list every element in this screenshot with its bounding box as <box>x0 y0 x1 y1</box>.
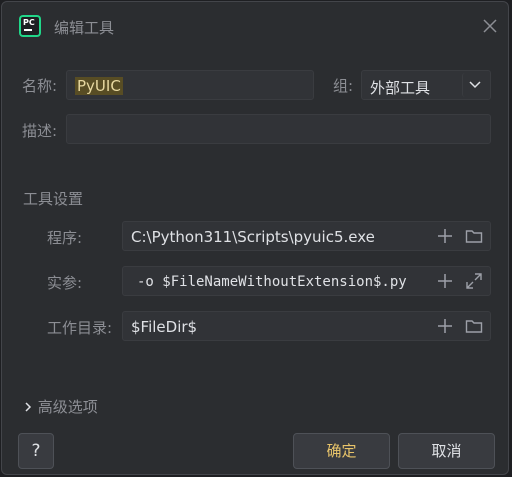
name-label: 名称: <box>22 77 58 95</box>
cancel-button[interactable]: 取消 <box>398 433 495 469</box>
folder-icon[interactable] <box>464 226 484 246</box>
workdir-value: $FileDir$ <box>131 318 198 336</box>
pycharm-logo-icon: PC <box>19 15 41 37</box>
group-label: 组: <box>333 77 354 95</box>
plus-icon[interactable] <box>435 271 455 291</box>
expand-icon[interactable] <box>464 271 484 291</box>
group-value: 外部工具 <box>370 79 431 97</box>
tool-settings-heading: 工具设置 <box>23 190 84 208</box>
name-input[interactable]: PyUIC <box>66 70 314 100</box>
name-value: PyUIC <box>75 77 123 95</box>
ok-button[interactable]: 确定 <box>293 433 390 469</box>
description-label: 描述: <box>22 122 58 140</box>
program-value: C:\Python311\Scripts\pyuic5.exe <box>131 228 375 246</box>
chevron-right-icon <box>25 402 32 412</box>
help-button[interactable]: ? <box>18 433 54 469</box>
plus-icon[interactable] <box>435 316 455 336</box>
description-input[interactable] <box>66 114 491 144</box>
advanced-options-label: 高级选项 <box>37 398 98 416</box>
arguments-label: 实参: <box>47 274 83 292</box>
arguments-input[interactable]: -o $FileNameWithoutExtension$.py <box>122 266 491 296</box>
program-label: 程序: <box>47 229 83 247</box>
program-input[interactable]: C:\Python311\Scripts\pyuic5.exe <box>122 221 491 251</box>
edit-tool-dialog: PC 编辑工具 名称: PyUIC 组: 外部工具 描述: 工具设置 程序: C… <box>1 1 509 475</box>
dialog-title: 编辑工具 <box>54 19 115 37</box>
workdir-input[interactable]: $FileDir$ <box>122 311 491 341</box>
advanced-options-toggle[interactable]: 高级选项 <box>23 396 98 417</box>
chevron-down-icon[interactable] <box>462 73 488 97</box>
folder-icon[interactable] <box>464 316 484 336</box>
workdir-label: 工作目录: <box>47 319 113 337</box>
arguments-value: -o $FileNameWithoutExtension$.py <box>137 274 407 290</box>
group-combobox[interactable]: 外部工具 <box>361 70 491 100</box>
close-icon[interactable] <box>481 17 499 35</box>
plus-icon[interactable] <box>435 226 455 246</box>
